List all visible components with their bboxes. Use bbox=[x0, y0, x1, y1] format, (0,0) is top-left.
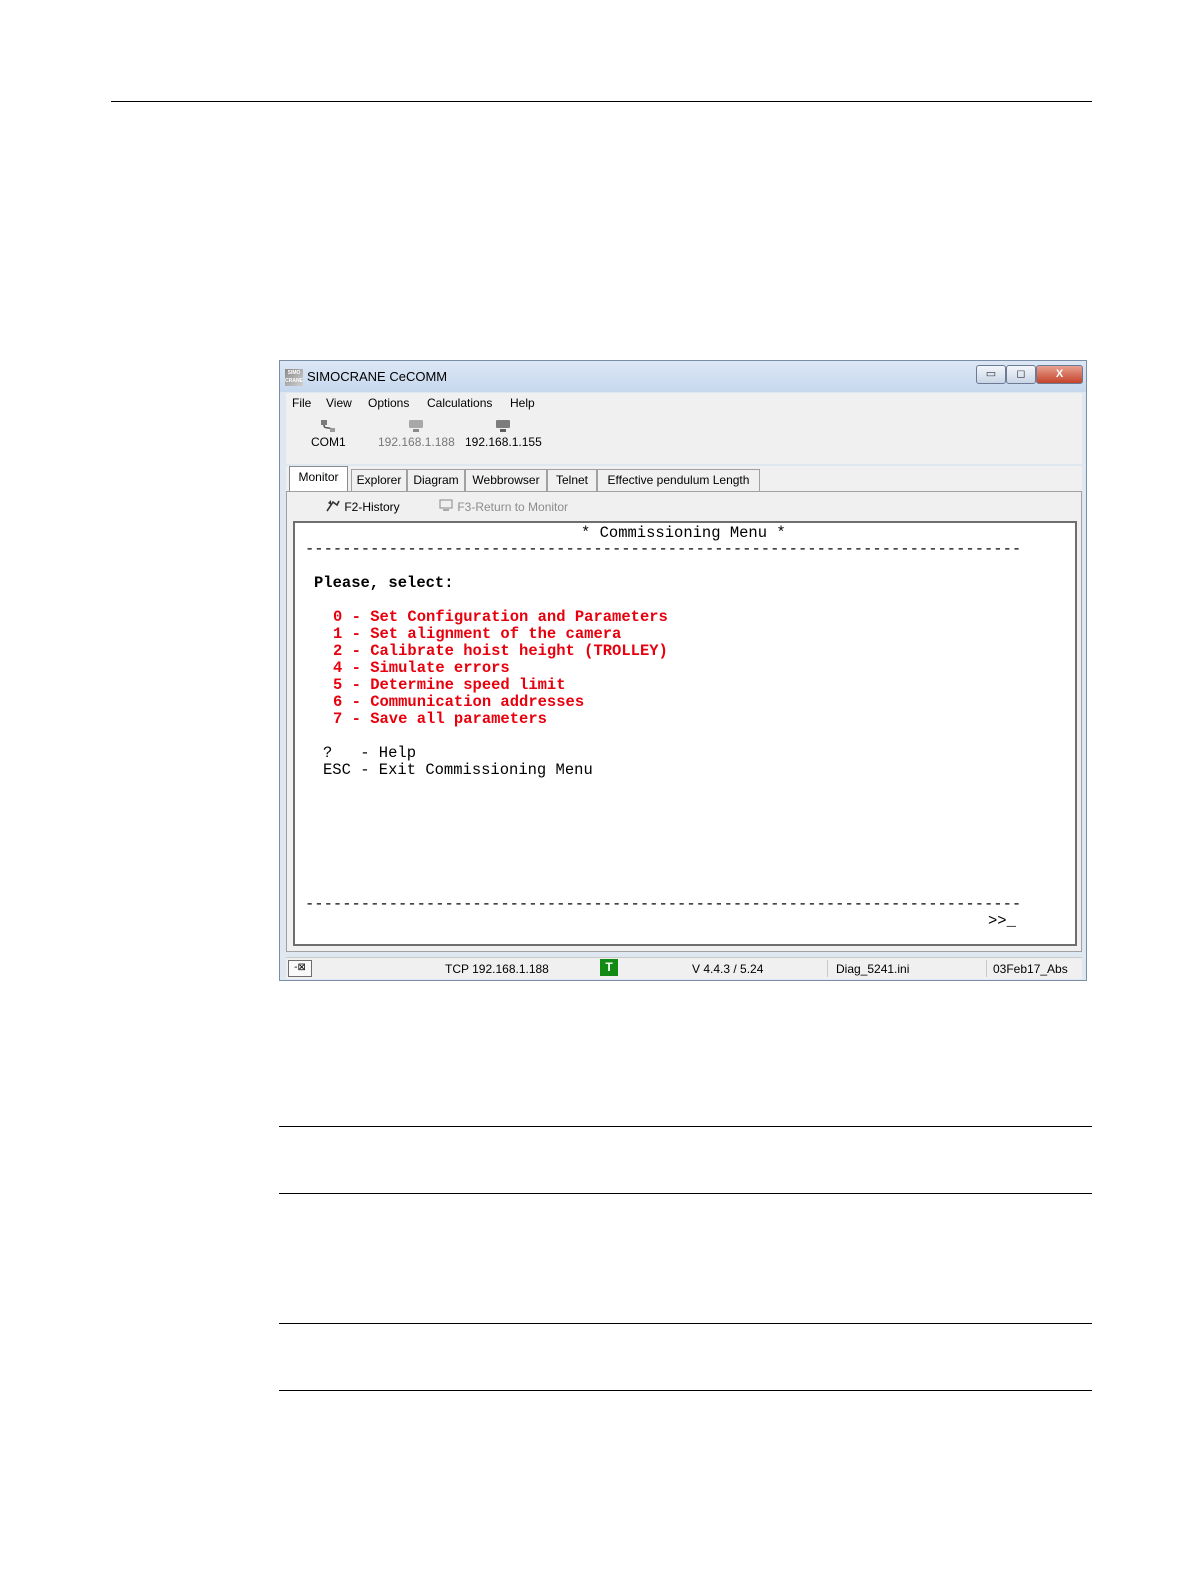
minimize-button[interactable]: ▭ bbox=[976, 365, 1006, 384]
status-build: 03Feb17_Abs bbox=[993, 962, 1068, 976]
menu-view[interactable]: View bbox=[326, 396, 352, 410]
tab-explorer[interactable]: Explorer bbox=[351, 469, 407, 491]
tab-bar: Monitor Explorer Diagram Webbrowser Teln… bbox=[286, 466, 1082, 492]
close-button[interactable]: X bbox=[1036, 365, 1083, 384]
toolbar-ip188-button[interactable]: 192.168.1.188 bbox=[378, 419, 455, 449]
menu-option-5: 5 - Determine speed limit bbox=[333, 676, 566, 694]
menu-option-0: 0 - Set Configuration and Parameters bbox=[333, 608, 668, 626]
title-bar[interactable]: SIMO CRANE SIMOCRANE CeCOMM ▭ ◻ X bbox=[280, 361, 1086, 392]
toolbar-ip155-button[interactable]: 192.168.1.155 bbox=[465, 419, 542, 449]
history-label: F2-History bbox=[344, 500, 400, 514]
toolbar-ip155-label: 192.168.1.155 bbox=[465, 435, 542, 449]
menu-option-1: 1 - Set alignment of the camera bbox=[333, 625, 622, 643]
terminal-separator-bottom: ----------------------------------------… bbox=[305, 895, 1022, 913]
menu-option-7: 7 - Save all parameters bbox=[333, 710, 547, 728]
table-rule-3 bbox=[279, 1323, 1092, 1324]
serial-port-icon bbox=[321, 420, 336, 432]
terminal-cursor: >>_ bbox=[988, 912, 1016, 930]
terminal-help-line: ? - Help bbox=[323, 744, 417, 762]
menu-option-4: 4 - Simulate errors bbox=[333, 659, 510, 677]
monitor-panel: F2-History F3-Return to Monitor * Commis… bbox=[286, 491, 1082, 952]
toolbar-ip188-label: 192.168.1.188 bbox=[378, 435, 455, 449]
terminal-exit-line: ESC - Exit Commissioning Menu bbox=[323, 761, 593, 779]
toolbar-com1-label: COM1 bbox=[311, 435, 346, 449]
pin-icon[interactable]: -⊠ bbox=[288, 960, 312, 977]
tab-monitor[interactable]: Monitor bbox=[289, 466, 348, 492]
tab-diagram[interactable]: Diagram bbox=[407, 469, 465, 491]
tab-webbrowser[interactable]: Webbrowser bbox=[465, 469, 547, 491]
tab-telnet[interactable]: Telnet bbox=[547, 469, 597, 491]
status-connection: TCP 192.168.1.188 bbox=[445, 962, 549, 976]
menu-file[interactable]: File bbox=[292, 396, 311, 410]
return-to-monitor-button[interactable]: F3-Return to Monitor bbox=[438, 499, 568, 514]
table-rule-4 bbox=[279, 1390, 1092, 1391]
terminal-separator-top: ----------------------------------------… bbox=[305, 540, 1022, 558]
menu-options[interactable]: Options bbox=[368, 396, 409, 410]
status-divider bbox=[986, 960, 987, 977]
table-rule-1 bbox=[279, 1126, 1092, 1127]
table-rule-2 bbox=[279, 1193, 1092, 1194]
toolbar-com1-button[interactable]: COM1 bbox=[311, 419, 346, 449]
app-logo-icon: SIMO CRANE bbox=[285, 369, 303, 386]
tab-effective-pendulum-length[interactable]: Effective pendulum Length bbox=[597, 469, 760, 491]
page-top-rule bbox=[111, 101, 1092, 102]
terminal-screen[interactable]: * Commissioning Menu * -----------------… bbox=[293, 521, 1077, 946]
return-to-monitor-label: F3-Return to Monitor bbox=[457, 500, 569, 514]
menu-calculations[interactable]: Calculations bbox=[427, 396, 492, 410]
monitor-icon bbox=[439, 499, 453, 511]
history-button[interactable]: F2-History bbox=[325, 499, 400, 514]
menu-help[interactable]: Help bbox=[510, 396, 535, 410]
status-ini-file: Diag_5241.ini bbox=[836, 962, 910, 976]
monitor-subtoolbar: F2-History F3-Return to Monitor bbox=[287, 492, 1081, 521]
network-icon bbox=[409, 420, 424, 432]
cecomm-window: SIMO CRANE SIMOCRANE CeCOMM ▭ ◻ X File Vi… bbox=[279, 360, 1087, 981]
history-icon bbox=[326, 500, 340, 512]
status-mode-badge: T bbox=[600, 959, 618, 976]
status-divider bbox=[827, 960, 828, 977]
connection-toolbar: COM1 192.168.1.188 192.168.1.155 bbox=[286, 414, 1082, 464]
menu-option-2: 2 - Calibrate hoist height (TROLLEY) bbox=[333, 642, 668, 660]
menu-bar: File View Options Calculations Help bbox=[286, 393, 1082, 415]
status-bar: -⊠ TCP 192.168.1.188 T V 4.4.3 / 5.24 Di… bbox=[286, 957, 1082, 979]
status-version: V 4.4.3 / 5.24 bbox=[692, 962, 764, 976]
terminal-prompt-heading: Please, select: bbox=[314, 574, 454, 592]
window-title: SIMOCRANE CeCOMM bbox=[307, 369, 448, 384]
maximize-button[interactable]: ◻ bbox=[1006, 365, 1036, 384]
network-icon bbox=[496, 420, 511, 432]
menu-option-6: 6 - Communication addresses bbox=[333, 693, 585, 711]
